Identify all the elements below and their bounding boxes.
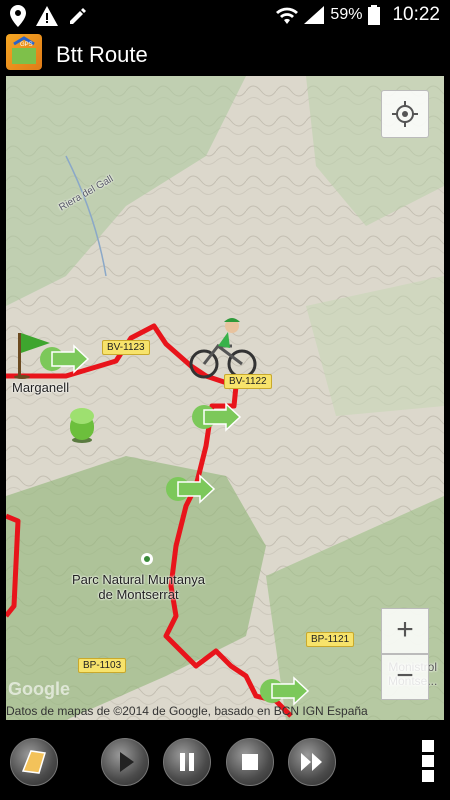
- map-attribution: Datos de mapas de ©2014 de Google, basad…: [6, 704, 368, 718]
- status-bar: 59% 10:22: [0, 0, 450, 32]
- map-layer-icon: [21, 750, 46, 774]
- gps-map-icon[interactable]: GPS: [6, 34, 42, 70]
- zoom-in-button[interactable]: +: [381, 608, 429, 654]
- status-right: 59% 10:22: [276, 4, 440, 26]
- zoom-out-button[interactable]: −: [381, 654, 429, 700]
- google-watermark: Google: [8, 679, 70, 699]
- warning-icon: [36, 6, 58, 26]
- menu-dot: [422, 755, 434, 767]
- pause-icon: [180, 753, 194, 771]
- edit-icon: [70, 8, 86, 24]
- play-button[interactable]: [101, 738, 149, 786]
- play-icon: [120, 752, 134, 772]
- place-label-marganell: Marganell: [12, 380, 70, 395]
- status-left: [10, 5, 88, 27]
- wifi-icon: [276, 7, 299, 24]
- app-bar: GPS Btt Route: [0, 32, 450, 76]
- battery-percent: 59%: [330, 6, 363, 23]
- place-label-park: Parc Natural Muntanya de Montserrat: [72, 572, 205, 602]
- bottom-toolbar: [0, 720, 450, 800]
- battery-icon: [368, 5, 381, 25]
- location-pin-icon: [10, 5, 26, 27]
- signal-icon: [304, 6, 325, 24]
- stop-icon: [242, 754, 258, 770]
- svg-text:GPS: GPS: [20, 42, 33, 48]
- waypoint-marker-icon[interactable]: [66, 406, 98, 444]
- cyclist-icon[interactable]: [188, 312, 258, 382]
- map-view[interactable]: BV-1123 BV-1122 BP-1121 BP-1103 Marganel…: [6, 76, 444, 720]
- app-title: Btt Route: [56, 42, 148, 67]
- fast-forward-button[interactable]: [288, 738, 336, 786]
- stop-button[interactable]: [226, 738, 274, 786]
- direction-arrow-icon[interactable]: [38, 344, 90, 374]
- my-location-button[interactable]: [381, 90, 429, 138]
- terrain-background: [6, 76, 444, 720]
- map-layer-button[interactable]: [10, 738, 58, 786]
- direction-arrow-icon[interactable]: [164, 474, 216, 504]
- status-time: 10:22: [392, 4, 440, 25]
- direction-arrow-icon[interactable]: [190, 402, 242, 432]
- crosshair-icon: [392, 101, 418, 127]
- road-label: BV-1123: [102, 340, 150, 355]
- park-marker-icon: [141, 553, 153, 565]
- road-label: BP-1103: [78, 658, 127, 673]
- road-label: BV-1122: [224, 374, 272, 389]
- overflow-menu-icon[interactable]: [422, 740, 436, 784]
- pause-button[interactable]: [163, 738, 211, 786]
- fast-forward-icon: [301, 753, 322, 771]
- menu-dot: [422, 740, 434, 752]
- road-label: BP-1121: [306, 632, 355, 647]
- direction-arrow-icon[interactable]: [258, 676, 310, 706]
- menu-dot: [422, 770, 434, 782]
